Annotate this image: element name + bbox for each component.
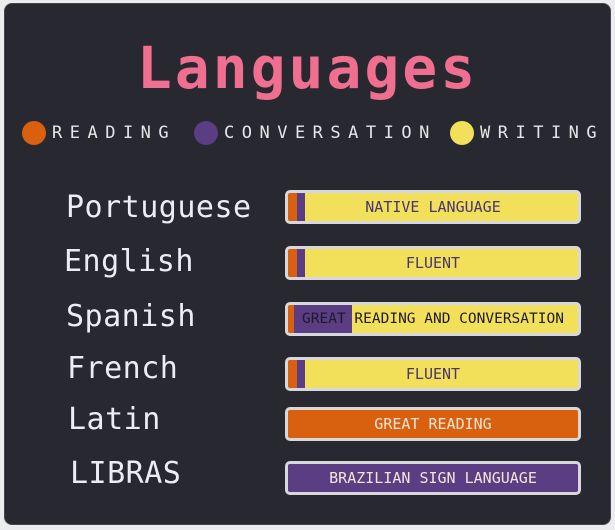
language-name-latin: Latin <box>68 402 161 437</box>
level-label: GREAT READING <box>374 415 492 433</box>
language-name-portuguese: Portuguese <box>66 190 252 225</box>
page-title: Languages <box>136 34 479 102</box>
proficiency-bar-portuguese: NATIVE LANGUAGE <box>285 190 581 224</box>
conversation-dot-icon <box>194 121 218 145</box>
proficiency-bar-spanish: GREAT READING AND CONVERSATION <box>285 302 581 336</box>
legend-label-writing: WRITING <box>480 123 605 143</box>
legend-reading: READING <box>22 120 176 146</box>
legend-label-conversation: CONVERSATION <box>224 123 437 143</box>
level-label: BRAZILIAN SIGN LANGUAGE <box>329 469 537 487</box>
proficiency-bar-french: FLUENT <box>285 357 581 391</box>
legend-writing: WRITING <box>450 120 604 146</box>
level-label: NATIVE LANGUAGE <box>365 198 501 216</box>
language-name-spanish: Spanish <box>66 299 196 334</box>
level-label: FLUENT <box>405 254 461 272</box>
reading-dot-icon <box>22 121 46 145</box>
level-label: GREAT READING AND CONVERSATION <box>302 311 564 327</box>
proficiency-bar-latin: GREAT READING <box>285 407 581 441</box>
proficiency-bar-english: FLUENT <box>285 246 581 280</box>
language-name-libras: LIBRAS <box>70 456 182 491</box>
writing-dot-icon <box>450 121 474 145</box>
legend-conversation: CONVERSATION <box>194 120 437 146</box>
legend-label-reading: READING <box>52 123 177 143</box>
level-label: FLUENT <box>405 365 461 383</box>
language-name-french: French <box>67 351 179 386</box>
language-name-english: English <box>64 244 194 279</box>
proficiency-bar-libras: BRAZILIAN SIGN LANGUAGE <box>285 461 581 495</box>
